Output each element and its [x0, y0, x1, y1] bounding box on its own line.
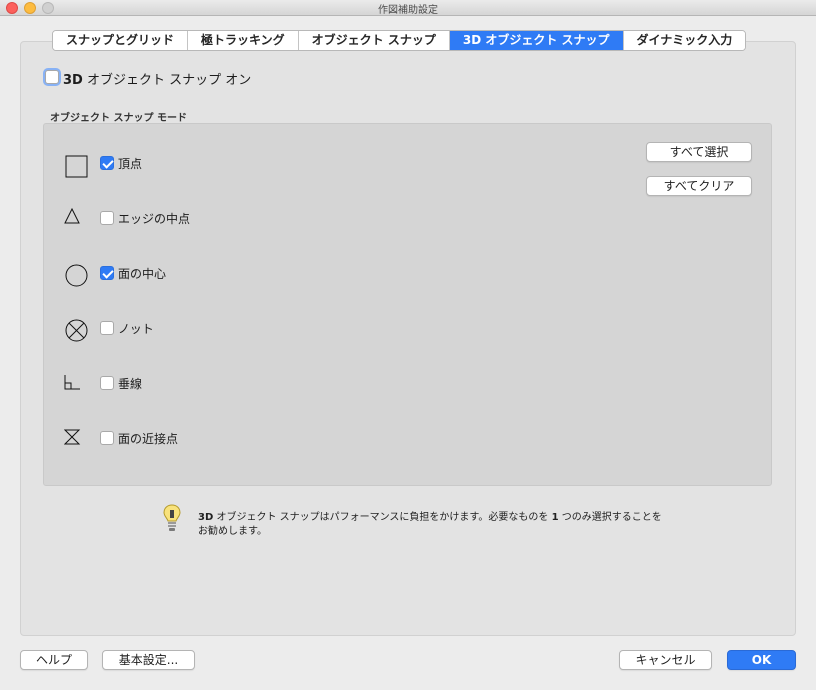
- window-title: 作図補助設定: [378, 5, 438, 16]
- triangle-icon: [64, 208, 80, 224]
- performance-hint: 3D オブジェクト スナップはパフォーマンスに負担をかけます。必要なものを 1 …: [198, 512, 662, 537]
- edge-midpoint-checkbox[interactable]: [100, 211, 114, 225]
- vertex-label: 頂点: [118, 157, 143, 171]
- lightbulb-icon: [163, 504, 181, 531]
- knot-label: ノット: [118, 322, 154, 336]
- square-icon: [65, 155, 88, 178]
- hourglass-icon: [64, 429, 81, 445]
- center-of-face-label: 面の中心: [118, 267, 167, 281]
- perpendicular-icon: [64, 375, 80, 390]
- 3d-osnap-on-checkbox[interactable]: [45, 70, 59, 84]
- knot-checkbox[interactable]: [100, 321, 114, 335]
- select-all-button[interactable]: すべて選択: [646, 142, 752, 162]
- perpendicular-label: 垂線: [118, 377, 143, 391]
- circle-icon: [65, 264, 88, 287]
- nearest-to-face-label: 面の近接点: [118, 432, 179, 446]
- edge-midpoint-label: エッジの中点: [118, 212, 191, 226]
- tab-object-snap[interactable]: オブジェクト スナップ: [298, 31, 450, 50]
- ok-button[interactable]: OK: [727, 650, 796, 670]
- tab-3d-object-snap[interactable]: 3D オブジェクト スナップ: [449, 31, 624, 50]
- title-bar: 作図補助設定: [0, 0, 816, 16]
- vertex-checkbox[interactable]: [100, 156, 114, 170]
- 3d-osnap-on-label: 3D オブジェクト スナップ オン: [63, 73, 252, 88]
- snap-mode-group-title: オブジェクト スナップ モード: [50, 113, 187, 124]
- basic-settings-button[interactable]: 基本設定...: [102, 650, 195, 670]
- tab-dynamic-input[interactable]: ダイナミック入力: [623, 31, 746, 50]
- tab-polar-tracking[interactable]: 極トラッキング: [188, 31, 299, 50]
- tab-bar: スナップとグリッド 極トラッキング オブジェクト スナップ 3D オブジェクト …: [52, 30, 747, 51]
- clear-all-button[interactable]: すべてクリア: [646, 176, 752, 196]
- cancel-button[interactable]: キャンセル: [619, 650, 712, 670]
- nearest-to-face-checkbox[interactable]: [100, 431, 114, 445]
- help-button[interactable]: ヘルプ: [20, 650, 88, 670]
- perpendicular-checkbox[interactable]: [100, 376, 114, 390]
- center-of-face-checkbox[interactable]: [100, 266, 114, 280]
- knot-icon: [65, 319, 88, 342]
- tab-snap-and-grid[interactable]: スナップとグリッド: [53, 31, 189, 50]
